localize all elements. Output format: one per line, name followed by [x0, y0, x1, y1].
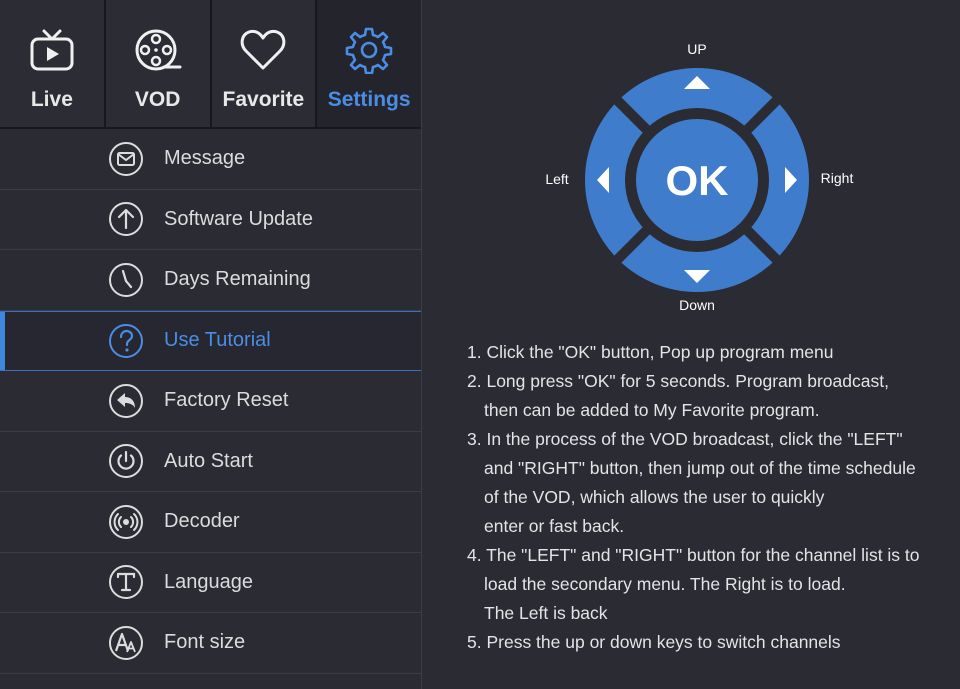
tab-label: Settings	[327, 88, 411, 111]
menu-item-label: Factory Reset	[164, 389, 289, 412]
heart-icon	[241, 29, 286, 70]
tab-vod[interactable]: VOD	[105, 0, 212, 127]
menu-item-decoder[interactable]: Decoder	[0, 492, 421, 553]
menu-item-label: Software Update	[164, 207, 313, 230]
instruction-item: 3. In the process of the VOD broadcast, …	[467, 429, 916, 536]
power-icon	[109, 444, 143, 479]
down-label: Down	[679, 297, 715, 313]
tab-label: Live	[30, 88, 73, 111]
menu-item-days-remaining[interactable]: Days Remaining	[0, 250, 421, 311]
right-label: Right	[821, 170, 854, 186]
tab-label: VOD	[134, 88, 181, 111]
tab-live[interactable]: Live	[0, 0, 106, 127]
instruction-item: 5. Press the up or down keys to switch c…	[467, 632, 841, 652]
tab-label: Favorite	[222, 88, 305, 111]
font-size-icon	[109, 625, 143, 660]
top-tab-bar: Live VOD Favorite Settings	[0, 0, 421, 129]
letter-t-icon	[109, 565, 143, 600]
instruction-item: 4. The "LEFT" and "RIGHT" button for the…	[467, 545, 920, 623]
menu-item-label: Auto Start	[164, 449, 253, 472]
instructions-list: 1. Click the "OK" button, Pop up program…	[467, 338, 957, 657]
arrow-up-icon	[109, 202, 143, 237]
reply-arrow-icon	[109, 383, 143, 418]
up-label: UP	[687, 41, 706, 57]
ok-label: OK	[666, 157, 729, 204]
broadcast-icon	[109, 504, 143, 539]
menu-item-font-size[interactable]: Font size	[0, 613, 421, 674]
menu-item-label: Font size	[164, 631, 246, 654]
envelope-icon	[109, 141, 143, 176]
gear-icon	[345, 27, 393, 74]
menu-item-software-update[interactable]: Software Update	[0, 190, 421, 250]
menu-item-message[interactable]: Message	[0, 129, 421, 190]
tv-icon	[30, 29, 74, 71]
instruction-item: 1. Click the "OK" button, Pop up program…	[467, 342, 834, 362]
instruction-item: 2. Long press "OK" for 5 seconds. Progra…	[467, 371, 889, 420]
menu-item-label: Use Tutorial	[164, 329, 271, 352]
clock-icon	[109, 262, 143, 297]
settings-menu: Message Software Update Days Remaining U…	[0, 129, 421, 674]
menu-item-label: Language	[164, 570, 253, 593]
tab-settings[interactable]: Settings	[317, 0, 421, 127]
menu-item-language[interactable]: Language	[0, 553, 421, 613]
menu-item-use-tutorial[interactable]: Use Tutorial	[0, 310, 421, 371]
menu-item-factory-reset[interactable]: Factory Reset	[0, 371, 421, 432]
menu-item-label: Decoder	[164, 510, 240, 533]
menu-item-label: Days Remaining	[164, 268, 311, 291]
remote-dpad-diagram: OK UP Down Left Right	[545, 41, 854, 313]
question-icon	[109, 323, 143, 358]
menu-item-auto-start[interactable]: Auto Start	[0, 432, 421, 492]
tutorial-panel: OK UP Down Left Right 1. Click the "OK" …	[423, 0, 960, 689]
tab-favorite[interactable]: Favorite	[211, 0, 318, 127]
sidebar: Live VOD Favorite Settings Message Softw…	[0, 0, 422, 689]
left-label: Left	[545, 171, 568, 187]
menu-item-label: Message	[164, 147, 246, 170]
film-reel-icon	[135, 29, 182, 71]
